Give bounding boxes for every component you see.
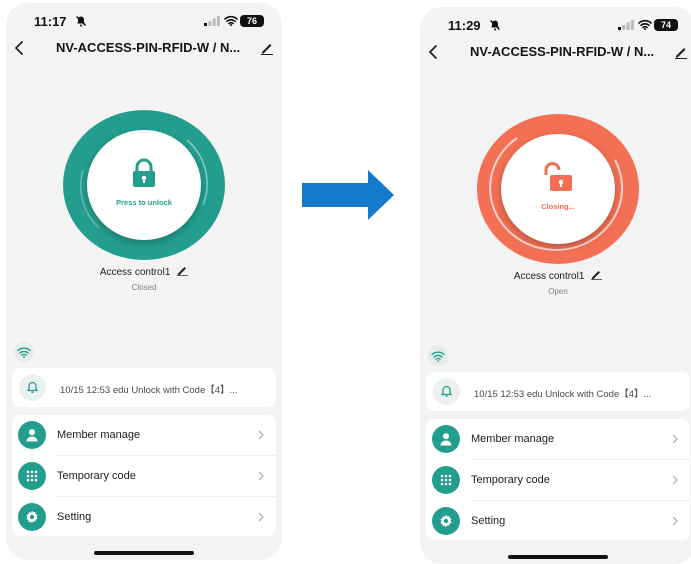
- status-time: 11:17: [34, 14, 67, 29]
- unlock-button[interactable]: Press to unlock: [87, 130, 201, 240]
- menu-icon-badge: [18, 503, 46, 531]
- rename-pencil-icon[interactable]: [591, 269, 603, 280]
- person-icon: [440, 433, 452, 446]
- device-name: Access control1: [513, 271, 585, 282]
- bell-icon: [26, 381, 39, 393]
- page-title: NV-ACCESS-PIN-RFID-W / N...: [470, 44, 655, 59]
- wifi-connection-badge: [14, 342, 34, 362]
- chevron-right-icon: [258, 512, 264, 522]
- chevron-right-icon: [258, 471, 264, 481]
- keypad-icon: [440, 474, 452, 486]
- status-bar: 11:17 76: [6, 3, 282, 37]
- phone-screen-right: 11:29 74 NV-ACCESS-PIN-RFID-W / N... Clo…: [420, 7, 691, 564]
- menu-item-label: Temporary code: [471, 474, 550, 486]
- lock-state: Open: [548, 287, 568, 296]
- chevron-right-icon: [672, 475, 678, 485]
- menu-item-label: Member manage: [57, 429, 141, 441]
- log-bell-badge: [433, 378, 460, 405]
- lock-button-label: Press to unlock: [116, 198, 172, 207]
- chevron-right-icon: [258, 430, 264, 440]
- edit-icon[interactable]: [674, 45, 688, 59]
- chevron-right-icon: [672, 516, 678, 526]
- transition-arrow-icon: [302, 170, 394, 220]
- back-arrow-icon[interactable]: [426, 44, 440, 60]
- menu-icon-badge: [18, 462, 46, 490]
- menu-icon-badge: [432, 425, 460, 453]
- app-header: NV-ACCESS-PIN-RFID-W / N...: [6, 37, 282, 61]
- home-indicator: [94, 551, 194, 555]
- cellular-signal-icon: [204, 16, 220, 26]
- app-header: NV-ACCESS-PIN-RFID-W / N...: [420, 41, 691, 65]
- battery-indicator: 76: [240, 15, 264, 27]
- gear-icon: [26, 510, 38, 524]
- lock-state: Closed: [131, 283, 157, 292]
- battery-indicator: 74: [654, 19, 678, 31]
- lock-closed-icon: [133, 158, 155, 187]
- log-entry-text: 10/15 12:53 edu Unlock with Code【4】...: [474, 389, 652, 400]
- menu-item-label: Setting: [57, 511, 92, 523]
- unlock-button[interactable]: Closing...: [501, 134, 615, 244]
- rename-pencil-icon[interactable]: [177, 265, 189, 276]
- menu-item-member-manage[interactable]: Member manage: [426, 419, 690, 459]
- back-arrow-icon[interactable]: [12, 40, 26, 56]
- person-icon: [26, 429, 38, 442]
- menu-item-label: Member manage: [471, 433, 555, 445]
- wifi-status-icon: [224, 15, 238, 26]
- menu-icon-badge: [18, 421, 46, 449]
- menu-icon-badge: [432, 466, 460, 494]
- bell-off-icon: [76, 16, 86, 27]
- status-time: 11:29: [448, 18, 481, 33]
- lock-ring[interactable]: Press to unlock: [63, 110, 225, 260]
- menu-item-setting[interactable]: Setting: [12, 497, 276, 537]
- menu-item-setting[interactable]: Setting: [426, 501, 690, 541]
- menu-card: Member manage Temporary code Setting: [12, 415, 276, 536]
- device-name: Access control1: [99, 267, 171, 278]
- keypad-icon: [26, 470, 38, 482]
- edit-icon[interactable]: [260, 41, 274, 55]
- gear-icon: [440, 514, 452, 528]
- wifi-status-icon: [638, 19, 652, 30]
- recent-log-card[interactable]: 10/15 12:53 edu Unlock with Code【4】...: [426, 372, 690, 411]
- device-name-row: Access control1: [420, 269, 691, 282]
- lock-open-icon: [544, 162, 572, 191]
- wifi-icon: [431, 351, 445, 362]
- menu-item-label: Temporary code: [57, 470, 136, 482]
- menu-item-label: Setting: [471, 515, 506, 527]
- cellular-signal-icon: [618, 20, 634, 30]
- device-name-row: Access control1: [6, 265, 282, 278]
- bell-off-icon: [490, 20, 500, 31]
- menu-card: Member manage Temporary code Setting: [426, 419, 690, 540]
- status-bar: 11:29 74: [420, 7, 691, 41]
- lock-button-label: Closing...: [541, 202, 575, 211]
- page-title: NV-ACCESS-PIN-RFID-W / N...: [56, 40, 241, 55]
- chevron-right-icon: [672, 434, 678, 444]
- bell-icon: [440, 385, 453, 397]
- menu-item-temporary-code[interactable]: Temporary code: [12, 456, 276, 496]
- wifi-connection-badge: [428, 346, 448, 366]
- menu-icon-badge: [432, 507, 460, 535]
- phone-screen-left: 11:17 76 NV-ACCESS-PIN-RFID-W / N... Pre…: [6, 3, 282, 560]
- log-bell-badge: [19, 374, 46, 401]
- lock-ring[interactable]: Closing...: [477, 114, 639, 264]
- recent-log-card[interactable]: 10/15 12:53 edu Unlock with Code【4】...: [12, 368, 276, 407]
- home-indicator: [508, 555, 608, 559]
- menu-item-member-manage[interactable]: Member manage: [12, 415, 276, 455]
- wifi-icon: [17, 347, 31, 358]
- menu-item-temporary-code[interactable]: Temporary code: [426, 460, 690, 500]
- log-entry-text: 10/15 12:53 edu Unlock with Code【4】...: [60, 385, 238, 396]
